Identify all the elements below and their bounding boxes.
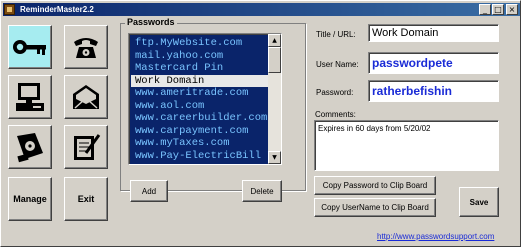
list-scrollbar[interactable]: ▲ ▼ (268, 34, 281, 164)
title-url-label: Title / URL: (316, 30, 356, 39)
list-item[interactable]: www.myTaxes.com (131, 137, 269, 150)
window-title: ReminderMaster2.2 (20, 5, 94, 14)
support-link[interactable]: http://www.passwordsupport.com (377, 232, 494, 241)
scroll-thumb[interactable] (268, 47, 281, 73)
title-url-field[interactable]: Work Domain (368, 24, 499, 42)
telephone-icon (74, 38, 98, 58)
close-button[interactable]: × (506, 4, 518, 15)
list-item[interactable]: www.aol.com (131, 100, 269, 113)
computer-icon (16, 83, 44, 111)
list-item[interactable]: Mastercard Pin (131, 62, 269, 75)
notes-button[interactable] (64, 125, 108, 169)
list-item[interactable]: mail.yahoo.com (131, 50, 269, 63)
minimize-button[interactable]: _ (479, 4, 491, 15)
key-icon (13, 40, 46, 55)
mail-button[interactable] (64, 75, 108, 119)
notepad-icon (74, 134, 101, 160)
delete-button[interactable]: Delete (242, 180, 282, 202)
title-bar[interactable]: ReminderMaster2.2 _ □ × (3, 3, 520, 16)
copy-password-button[interactable]: Copy Password to Clip Board (314, 176, 436, 195)
scroll-up-button[interactable]: ▲ (268, 34, 281, 47)
save-button[interactable]: Save (459, 187, 499, 217)
app-window: ReminderMaster2.2 _ □ × Manage Exit Pass… (0, 0, 521, 247)
exit-button[interactable]: Exit (64, 177, 108, 221)
list-item[interactable]: www.ameritrade.com (131, 87, 269, 100)
maximize-button[interactable]: □ (492, 4, 504, 15)
passwords-button[interactable] (8, 25, 52, 69)
computer-button[interactable] (8, 75, 52, 119)
passwords-legend: Passwords (125, 17, 177, 27)
passwords-list[interactable]: ftp.MyWebsite.com mail.yahoo.com Mastercar… (128, 33, 282, 165)
password-label: Password: (316, 88, 354, 97)
username-label: User Name: (316, 60, 359, 69)
list-item[interactable]: Work Domain (131, 74, 269, 87)
comments-field[interactable]: Expires in 60 days from 5/20/02 (314, 120, 499, 171)
list-item[interactable]: ftp.MyWebsite.com (131, 37, 269, 50)
disk-icon (17, 133, 43, 163)
password-field[interactable]: ratherbefishin (368, 80, 499, 102)
manage-button[interactable]: Manage (8, 177, 52, 221)
envelope-icon (73, 85, 99, 109)
add-button[interactable]: Add (130, 180, 168, 202)
list-item[interactable]: www.Pay-ElectricBill (131, 150, 269, 163)
list-item[interactable]: www.careerbuilder.com (131, 112, 269, 125)
comments-label: Comments: (315, 110, 356, 119)
list-item[interactable]: www.carpayment.com (131, 125, 269, 138)
copy-username-button[interactable]: Copy UserName to Clip Board (314, 198, 436, 217)
app-icon (4, 4, 15, 15)
username-field[interactable]: passwordpete (368, 52, 499, 74)
backup-button[interactable] (8, 125, 52, 169)
scroll-down-button[interactable]: ▼ (268, 151, 281, 164)
phonebook-button[interactable] (64, 25, 108, 69)
